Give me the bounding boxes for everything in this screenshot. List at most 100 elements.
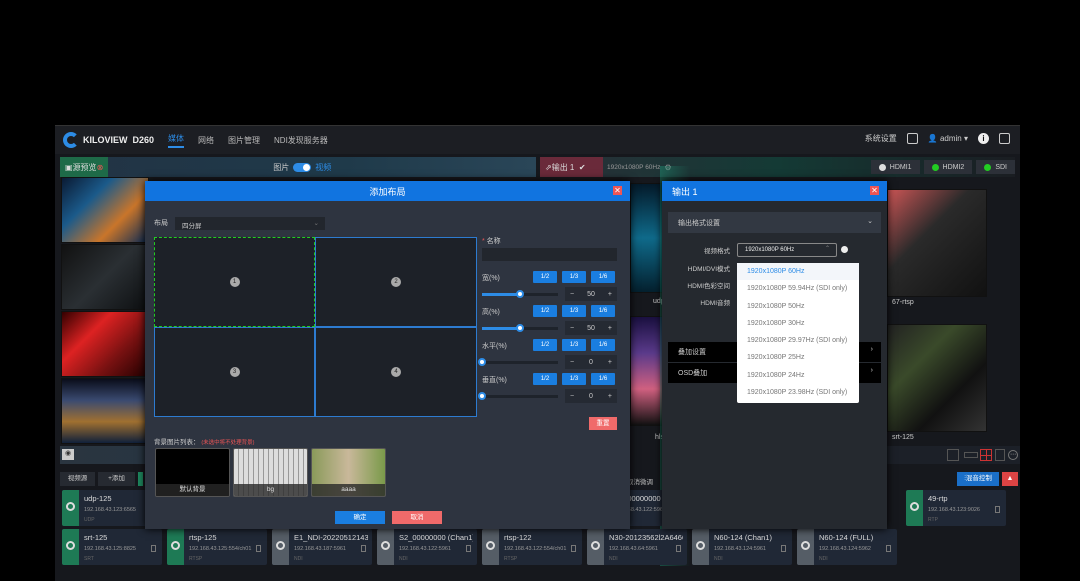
copy-icon[interactable] [361,545,366,552]
user-menu[interactable]: 👤 admin ▾ [928,134,968,143]
source-thumbnail[interactable] [61,311,149,377]
source-card[interactable]: N60-124 (FULL) 192.168.43.124:5962 NDI [797,529,897,565]
confirm-button[interactable]: 确定 [335,511,385,524]
close-icon[interactable]: ✕ [870,186,879,195]
video-sources-button[interactable]: 视频源 [60,472,95,486]
param-slider[interactable] [478,358,558,366]
fraction-button[interactable]: 1/6 [591,373,615,385]
slider-handle[interactable] [478,358,486,366]
layout-select[interactable]: 四分屏 ⌄ [175,217,325,230]
source-card[interactable]: N30-20123562l2A6466... 192.168.43.64:5961… [587,529,687,565]
fraction-button[interactable]: 1/3 [562,373,586,385]
minus-button[interactable]: − [570,325,574,332]
param-slider[interactable] [482,324,558,332]
info-icon[interactable]: i [978,133,989,144]
format-option[interactable]: 1920x1080P 59.94Hz (SDI only) [737,280,859,297]
eye-icon[interactable]: ◉ [62,449,74,460]
nav-network[interactable]: 网络 [198,135,214,146]
fraction-button[interactable]: 1/2 [533,305,557,317]
layout-cell-1[interactable]: 1 [154,237,315,327]
plus-button[interactable]: + [608,291,612,298]
layout-quad-icon[interactable] [980,449,992,461]
copy-icon[interactable] [466,545,471,552]
source-thumbnail[interactable] [61,378,149,444]
port-hdmi1[interactable]: HDMI1 [870,160,920,174]
source-card[interactable]: rtsp-125 192.168.43.125:554/ch01 RTSP [167,529,267,565]
format-option[interactable]: 1920x1080P 60Hz [737,263,859,281]
fraction-button[interactable]: 1/2 [533,339,557,351]
layout-single-icon[interactable] [947,449,959,461]
param-slider[interactable] [478,392,558,400]
plus-button[interactable]: + [608,325,612,332]
minus-button[interactable]: − [570,291,574,298]
fraction-button[interactable]: 1/3 [562,339,586,351]
audio-mixer-button[interactable]: ⫶混音控制 [957,472,999,486]
source-card[interactable]: srt-125 192.168.43.125:8825 SRT [62,529,162,565]
output-format-section[interactable]: 输出格式设置 ⌄ [668,212,881,233]
clear-button[interactable]: ▲ [1002,472,1018,486]
close-icon[interactable]: ✕ [613,186,622,195]
document-icon[interactable] [906,133,918,144]
plus-button[interactable]: + [608,393,612,400]
layout-dual-icon[interactable] [964,452,978,458]
plus-button[interactable]: + [608,359,612,366]
source-preview-tab[interactable]: ▣ 源预览 ⊗ [60,157,109,177]
copy-icon[interactable] [886,545,891,552]
fraction-button[interactable]: 1/3 [562,305,586,317]
layout-pip-icon[interactable] [995,449,1005,461]
layout-cell-2[interactable]: 2 [315,237,477,327]
slider-handle[interactable] [516,324,524,332]
cancel-button[interactable]: 取消 [392,511,442,524]
slider-handle[interactable] [478,392,486,400]
reset-button[interactable]: 重置 [589,417,617,430]
add-source-button[interactable]: +添加 [98,472,135,486]
background-option[interactable]: 默认背景 [155,448,230,497]
more-icon[interactable]: ⋯ [1008,450,1018,460]
image-video-toggle[interactable] [293,162,312,172]
background-option[interactable]: aaaa [311,448,386,497]
video-format-select[interactable]: 1920x1080P 60Hz ⌃ [737,243,837,257]
port-sdi[interactable]: SDI [976,160,1015,174]
fullscreen-icon[interactable] [999,133,1010,144]
copy-icon[interactable] [256,545,261,552]
port-hdmi2[interactable]: HDMI2 [923,160,973,174]
cancel-adjust-button[interactable]: 取消微调 [627,476,653,486]
fraction-button[interactable]: 1/3 [562,271,586,283]
nav-media[interactable]: 媒体 [168,133,185,148]
minus-button[interactable]: − [570,393,574,400]
nav-image-management[interactable]: 图片管理 [228,135,260,146]
format-option[interactable]: 1920x1080P 24Hz [737,367,859,384]
minus-button[interactable]: − [570,359,574,366]
background-option[interactable]: bg [233,448,308,497]
system-settings-link[interactable]: 系统设置 [865,133,897,144]
fraction-button[interactable]: 1/6 [591,339,615,351]
source-card[interactable]: 49-rtp 192.168.43.123:9026 RTP [906,490,1006,526]
source-card[interactable]: N60-124 (Chan1) 192.168.43.124:5961 NDI [692,529,792,565]
fraction-button[interactable]: 1/6 [591,271,615,283]
source-card[interactable]: rtsp-122 192.168.43.122:554/ch01 RTSP [482,529,582,565]
source-thumbnail[interactable] [61,177,149,243]
format-option[interactable]: 1920x1080P 25Hz [737,349,859,366]
format-option[interactable]: 1920x1080P 29.97Hz (SDI only) [737,332,859,349]
output-tab[interactable]: ⇗ 输出 1 ✔ [540,157,603,177]
format-option[interactable]: 1920x1080P 30Hz [737,315,859,332]
close-icon[interactable]: ⊗ [97,163,104,172]
format-option[interactable]: 1920x1080P 23.98Hz (SDI only) [737,384,859,401]
copy-icon[interactable] [571,545,576,552]
fraction-button[interactable]: 1/6 [591,305,615,317]
fraction-button[interactable]: 1/2 [533,271,557,283]
copy-icon[interactable] [676,545,681,552]
copy-icon[interactable] [151,545,156,552]
layout-cell-4[interactable]: 4 [315,327,477,417]
source-card[interactable]: S2_00000000 (Chan1) 192.168.43.122:5961 ND… [377,529,477,565]
nav-ndi-discovery[interactable]: NDI发现服务器 [274,135,328,146]
help-icon[interactable] [841,246,848,253]
slider-handle[interactable] [516,290,524,298]
copy-icon[interactable] [781,545,786,552]
source-thumbnail[interactable] [61,244,149,310]
fraction-button[interactable]: 1/2 [533,373,557,385]
name-input[interactable] [482,248,617,261]
layout-cell-3[interactable]: 3 [154,327,315,417]
param-slider[interactable] [482,290,558,298]
source-card[interactable]: E1_NDI-202205121439... 192.168.43.187:596… [272,529,372,565]
